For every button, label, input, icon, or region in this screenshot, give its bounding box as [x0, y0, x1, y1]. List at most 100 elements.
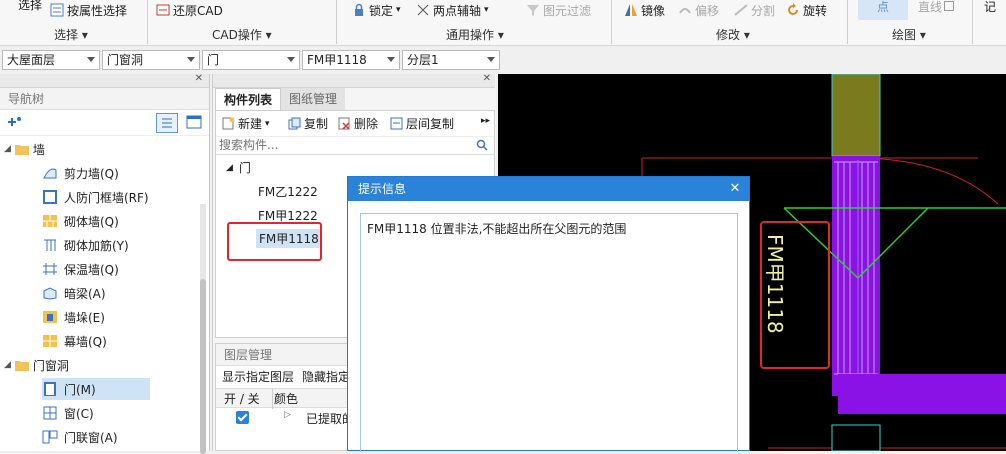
- tree-item-wall-pier[interactable]: 墙垛(E): [42, 306, 111, 328]
- tree-item-shear-wall[interactable]: 剪力墙(Q): [42, 162, 125, 184]
- curtain-wall-icon: [43, 335, 57, 347]
- new-button[interactable]: 新建 ▾: [222, 115, 270, 132]
- navigation-panel: ✕ 导航树 ◢ 墙 剪力墙(Q) 人防门框墙(RF) 砌体墙(Q) 砌体加筋(Y…: [0, 73, 210, 454]
- group-label-cad-ops: CAD操作 ▾: [212, 28, 272, 42]
- attribute-select-icon: [50, 3, 64, 17]
- floor-select[interactable]: 大屋面层: [2, 50, 100, 70]
- tree-category-label: 门窗洞: [32, 358, 69, 373]
- lock-button[interactable]: 锁定 ▾: [352, 0, 401, 20]
- tab-drawing-management[interactable]: 图纸管理: [281, 88, 346, 110]
- layer-select[interactable]: 分层1: [402, 50, 500, 70]
- nav-scrollbar[interactable]: [200, 204, 206, 454]
- tree-item-masonry-wall[interactable]: 砌体墙(Q): [42, 210, 125, 232]
- chevron-down-icon: [187, 57, 195, 62]
- close-icon[interactable]: ✕: [727, 177, 743, 201]
- detail-view-button[interactable]: [186, 115, 202, 129]
- copy-button[interactable]: 复制: [288, 115, 328, 132]
- olive-column-shape: [831, 74, 881, 157]
- group-label-draw: 绘图 ▾: [892, 28, 926, 42]
- list-view-button[interactable]: [156, 113, 178, 133]
- scrollbar-thumb[interactable]: [200, 279, 206, 454]
- search-icon[interactable]: [476, 139, 488, 151]
- two-point-axis-label: 两点辅轴: [433, 3, 482, 18]
- chevron-down-icon: [87, 57, 95, 62]
- green-triangle: [783, 207, 1006, 280]
- component-search-box[interactable]: [216, 137, 494, 155]
- tree-category-door-window-opening[interactable]: ◢ 门窗洞: [4, 354, 69, 376]
- tree-item-civil-defense-door-frame-wall[interactable]: 人防门框墙(RF): [42, 186, 155, 208]
- filter-combo-bar: 大屋面层 门窗洞 门 FM甲1118 分层1: [0, 48, 1006, 72]
- nav-title: 导航树: [0, 88, 209, 110]
- tree-item-curtain-wall[interactable]: 幕墙(Q): [42, 330, 113, 352]
- mirror-button[interactable]: 镜像: [624, 0, 665, 20]
- ribbon-right-clipped[interactable]: 记: [984, 0, 996, 16]
- tree-item-insulation-wall[interactable]: 保温墙(Q): [42, 258, 125, 280]
- cad-component-label: FM甲1118: [763, 234, 787, 334]
- figure-filter-button[interactable]: 图元过滤: [526, 0, 591, 20]
- floor-copy-button[interactable]: 层间复制: [390, 115, 454, 132]
- ribbon-divider: [611, 0, 612, 44]
- tree-node-door-root[interactable]: ◢ 门: [226, 159, 251, 176]
- offset-button[interactable]: 偏移: [678, 0, 719, 20]
- tab-component-list[interactable]: 构件列表: [215, 88, 282, 110]
- hide-specified-layer-button[interactable]: 隐藏指定: [302, 366, 350, 388]
- detail-view-icon: [186, 115, 202, 129]
- mirror-label: 镜像: [641, 3, 666, 18]
- shear-wall-icon: [43, 168, 57, 179]
- point-draw-button[interactable]: 点: [858, 0, 908, 20]
- restore-cad-label: 还原CAD: [173, 3, 223, 18]
- two-point-axis-button[interactable]: 两点辅轴 ▾: [416, 0, 489, 20]
- rotate-icon: [788, 3, 798, 15]
- rotate-button[interactable]: 旋转: [786, 0, 827, 20]
- more-arrow-icon[interactable]: ▸▸: [481, 116, 490, 126]
- lock-icon: [355, 3, 363, 16]
- tree-item-door-window-combo[interactable]: 门联窗(A): [42, 426, 124, 448]
- square-icon: [944, 1, 954, 11]
- ribbon-divider: [147, 0, 148, 44]
- by-attribute-select-button[interactable]: 按属性选择: [50, 0, 127, 20]
- draw-extra-button[interactable]: [944, 0, 954, 16]
- window-icon: [43, 406, 57, 420]
- straight-line-button[interactable]: 直线: [918, 0, 942, 16]
- type-select[interactable]: 门: [202, 50, 300, 70]
- delete-button[interactable]: 删除: [338, 115, 378, 132]
- component-item[interactable]: FM乙1222: [258, 183, 318, 200]
- add-icon[interactable]: [8, 116, 22, 130]
- nav-tree: ◢ 墙 剪力墙(Q) 人防门框墙(RF) 砌体墙(Q) 砌体加筋(Y) 保温墙(…: [0, 136, 209, 445]
- tree-item-window[interactable]: 窗(C): [42, 402, 100, 424]
- tree-item-door[interactable]: 门(M): [42, 378, 150, 400]
- ribbon-divider: [847, 0, 848, 44]
- close-icon[interactable]: ✕: [483, 73, 491, 84]
- dialog-titlebar: 提示信息 ✕: [348, 177, 749, 201]
- layer-visible-checkbox[interactable]: [236, 411, 249, 424]
- restore-cad-button[interactable]: 还原CAD: [156, 0, 223, 20]
- tree-item-masonry-reinforcement[interactable]: 砌体加筋(Y): [42, 234, 135, 256]
- panel-header-bar: ✕: [0, 73, 209, 88]
- dialog-message: FM甲1118 位置非法,不能超出所在父图元的范围: [367, 222, 627, 236]
- close-icon[interactable]: ✕: [195, 73, 203, 84]
- ribbon-divider: [336, 0, 337, 44]
- split-button[interactable]: 分割: [734, 0, 775, 20]
- rotate-label: 旋转: [803, 3, 828, 18]
- tree-item-hidden-beam[interactable]: 暗梁(A): [42, 282, 112, 304]
- tree-category-wall[interactable]: ◢ 墙: [4, 138, 45, 160]
- ribbon-divider: [972, 0, 973, 44]
- alert-dialog: 提示信息 ✕ FM甲1118 位置非法,不能超出所在父图元的范围: [347, 176, 750, 452]
- category-select[interactable]: 门窗洞: [102, 50, 200, 70]
- lock-label: 锁定: [369, 3, 394, 18]
- offset-label: 偏移: [695, 3, 720, 18]
- hidden-beam-icon: [43, 287, 57, 300]
- folder-icon: [14, 361, 29, 371]
- purple-floor: [838, 374, 1006, 414]
- component-toolbar: 新建 ▾ 复制 删除 层间复制 ▸▸: [216, 111, 494, 137]
- masonry-wall-icon: [43, 215, 57, 227]
- show-specified-layer-button[interactable]: 显示指定图层: [222, 366, 294, 388]
- select-label: 选择: [18, 0, 43, 12]
- expand-arrow-icon[interactable]: ▷: [284, 410, 291, 420]
- select-button-clipped[interactable]: 选择: [18, 0, 42, 14]
- group-label-common-ops: 通用操作 ▾: [446, 28, 504, 42]
- component-search-input[interactable]: [216, 137, 466, 153]
- column-divider: [272, 389, 273, 409]
- by-attribute-select-label: 按属性选择: [67, 3, 128, 18]
- component-select[interactable]: FM甲1118: [302, 50, 400, 70]
